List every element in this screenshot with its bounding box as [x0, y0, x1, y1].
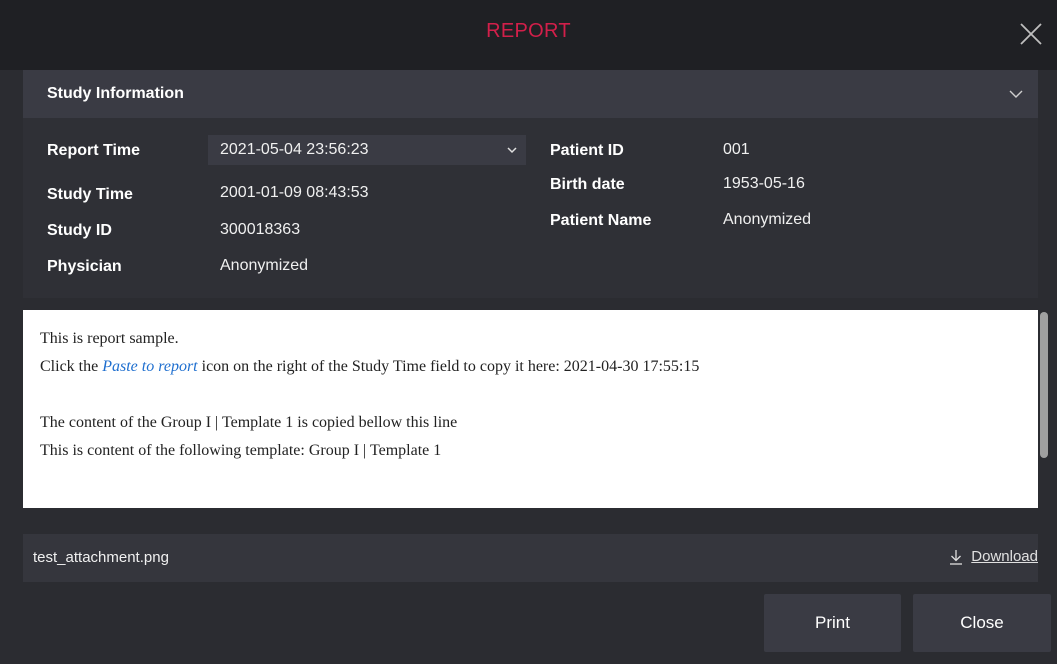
close-icon[interactable] — [1019, 22, 1043, 46]
study-time-value: 2001-01-09 08:43:53 — [220, 184, 369, 201]
physician-label: Physician — [47, 258, 122, 275]
dialog-title: REPORT — [486, 20, 571, 42]
patient-id-label: Patient ID — [550, 142, 624, 159]
section-title: Study Information — [47, 85, 184, 102]
download-label: Download — [971, 548, 1038, 565]
report-time-select[interactable]: 2021-05-04 23:56:23 — [208, 135, 526, 165]
patient-id-value: 001 — [723, 141, 750, 158]
study-time-label: Study Time — [47, 186, 133, 203]
dialog-header: REPORT — [0, 0, 1057, 70]
study-id-label: Study ID — [47, 222, 112, 239]
paste-to-report-link[interactable]: Paste to report — [102, 358, 197, 375]
scrollbar-thumb[interactable] — [1040, 312, 1048, 458]
patient-name-value: Anonymized — [723, 211, 812, 228]
report-line-3: The content of the Group I | Template 1 … — [40, 414, 458, 431]
close-button[interactable]: Close — [913, 594, 1051, 652]
report-line-1: This is report sample. — [40, 330, 179, 347]
download-link[interactable]: Download — [949, 548, 1038, 565]
report-editor[interactable]: This is report sample. Click the Paste t… — [23, 310, 1038, 508]
study-id-value: 300018363 — [220, 221, 301, 238]
report-line-2-prefix: Click the — [40, 358, 103, 375]
report-line-2-suffix: icon on the right of the Study Time fiel… — [197, 358, 700, 375]
study-information-header[interactable]: Study Information — [23, 70, 1038, 118]
attachment-filename: test_attachment.png — [33, 549, 169, 566]
report-line-2: Click the Paste to report icon on the ri… — [40, 358, 699, 376]
report-time-label: Report Time — [47, 142, 141, 159]
attachment-row: test_attachment.png Download — [23, 534, 1038, 582]
physician-value: Anonymized — [220, 257, 309, 274]
report-line-4: This is content of the following templat… — [40, 442, 442, 459]
birth-date-label: Birth date — [550, 176, 625, 193]
report-time-value: 2021-05-04 23:56:23 — [220, 141, 369, 158]
birth-date-value: 1953-05-16 — [723, 175, 805, 192]
chevron-down-icon — [507, 147, 517, 154]
study-information-panel: Report Time 2021-05-04 23:56:23 Study Ti… — [23, 118, 1038, 298]
patient-name-label: Patient Name — [550, 212, 652, 229]
chevron-down-icon[interactable] — [1008, 86, 1024, 102]
download-icon — [950, 549, 963, 565]
print-button[interactable]: Print — [764, 594, 901, 652]
